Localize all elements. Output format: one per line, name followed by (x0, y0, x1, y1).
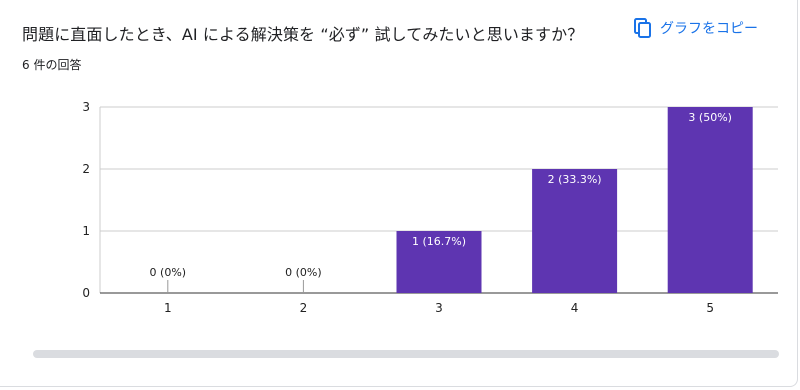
bar-chart: 0 1 2 3 0 (0%) 1 0 (0%) 2 1 (16.7%) 3 2 (33.3%) 4 3 … (82, 100, 778, 315)
y-tick-label: 3 (82, 100, 90, 114)
x-tick-label: 5 (706, 301, 714, 315)
x-tick-label: 3 (435, 301, 443, 315)
data-label: 3 (50%) (688, 111, 732, 124)
bar (532, 169, 618, 293)
chart-card: 問題に直面したとき、AI による解決策を “必ず” 試してみたいと思いますか？ … (0, 0, 798, 387)
x-tick-label: 2 (300, 301, 308, 315)
y-tick-label: 2 (82, 162, 90, 176)
data-label: 0 (0%) (285, 266, 322, 279)
x-tick-label: 1 (164, 301, 172, 315)
horizontal-scrollbar[interactable] (33, 350, 779, 358)
data-label: 1 (16.7%) (412, 235, 466, 248)
bar (667, 107, 753, 293)
y-tick-label: 0 (82, 286, 90, 300)
y-tick-label: 1 (82, 224, 90, 238)
data-label: 2 (33.3%) (548, 173, 602, 186)
data-label: 0 (0%) (150, 266, 187, 279)
x-tick-label: 4 (571, 301, 579, 315)
